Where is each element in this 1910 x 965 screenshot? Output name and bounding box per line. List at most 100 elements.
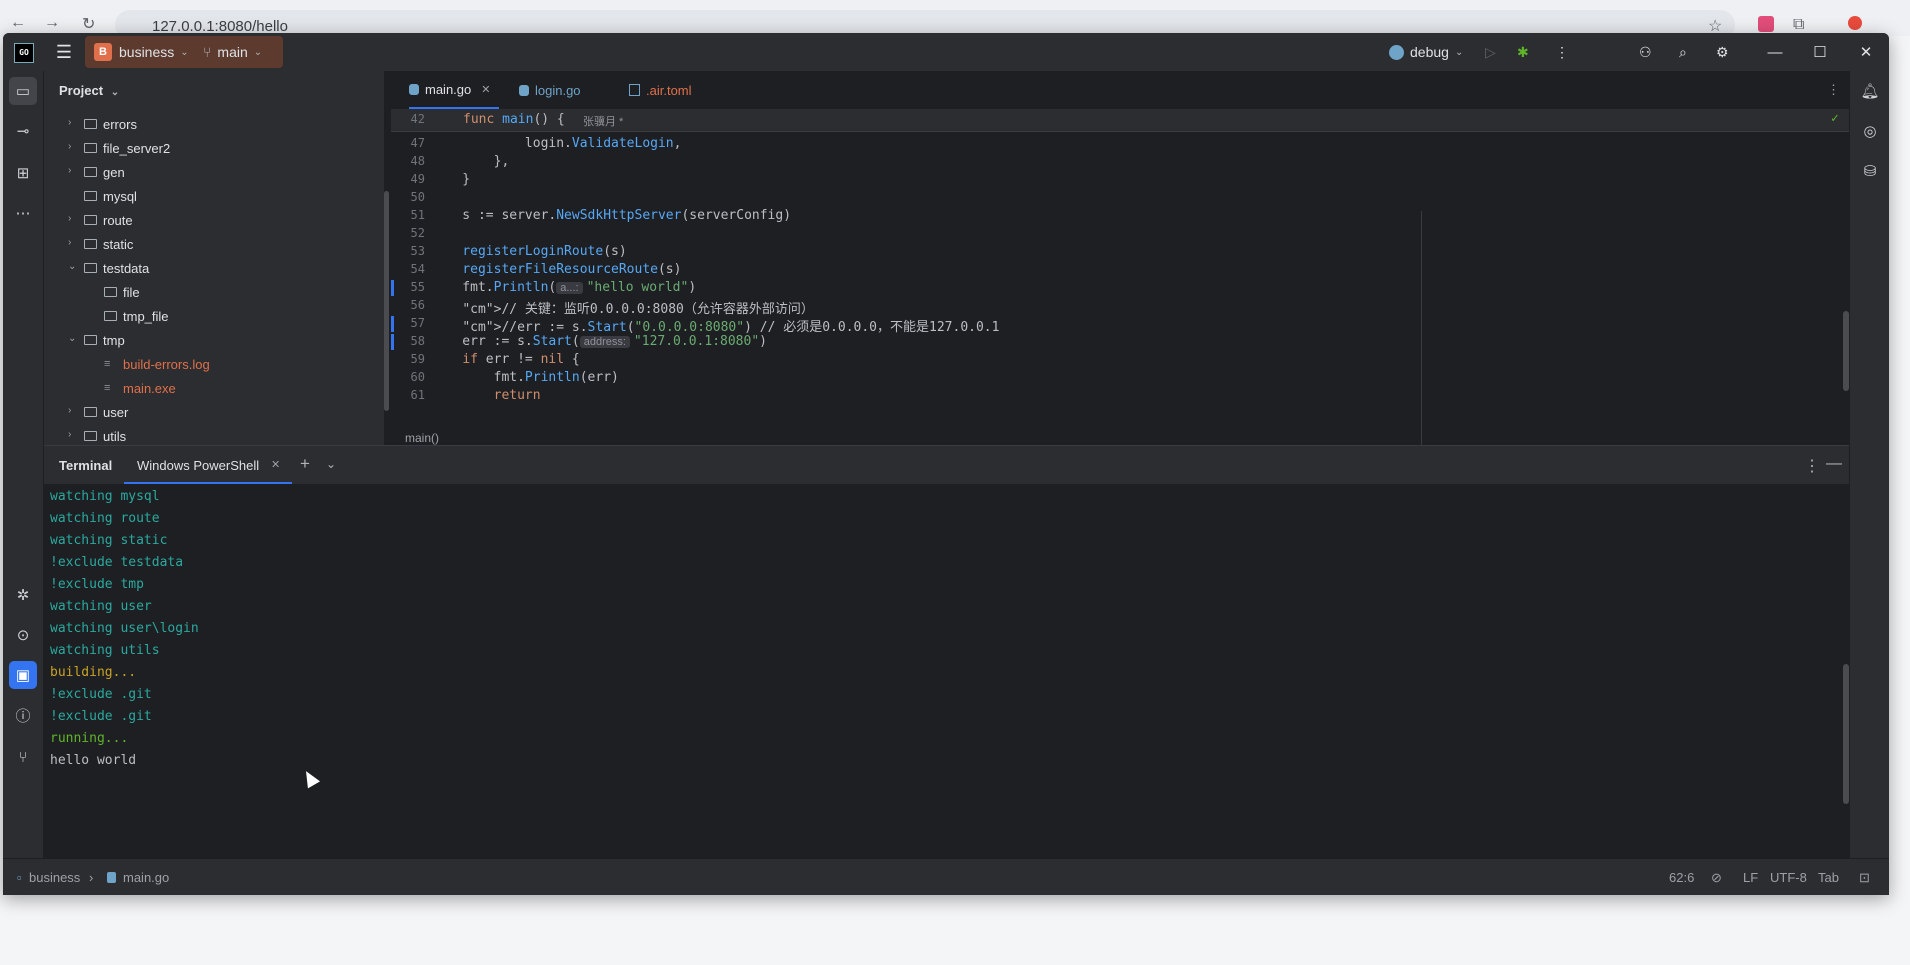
more-vertical-icon[interactable]: ⋮ (1555, 33, 1569, 71)
chevron-right-icon[interactable]: › (68, 214, 78, 224)
editor-scrollbar[interactable] (1843, 311, 1849, 391)
close-icon[interactable]: ✕ (1846, 33, 1886, 71)
terminal-scrollbar[interactable] (1843, 664, 1849, 804)
debug-tool-icon[interactable]: ✲ (9, 581, 37, 609)
main-menu-icon[interactable]: ☰ (51, 33, 77, 71)
add-user-icon[interactable]: ⚇ (1639, 33, 1652, 71)
tree-item[interactable]: mysql (44, 185, 384, 209)
chevron-down-icon[interactable]: ⌄ (326, 457, 336, 471)
terminal-tool-icon[interactable]: ▣ (9, 661, 37, 689)
editor-tabs: main.go ✕ login.go .air.toml ⋮ (391, 71, 1849, 110)
tab-main-go[interactable]: main.go ✕ (409, 71, 499, 109)
tree-item[interactable]: › gen (44, 161, 384, 185)
caret-position[interactable]: 62:6 (1669, 870, 1694, 885)
go-file-icon (409, 83, 419, 95)
forward-icon[interactable]: → (44, 14, 60, 32)
close-icon[interactable]: ✕ (271, 458, 280, 471)
project-badge: B (94, 43, 112, 61)
structure-tool-icon[interactable]: ⊞ (9, 159, 37, 187)
services-tool-icon[interactable]: ⊙ (9, 621, 37, 649)
branch-widget[interactable]: ⑂ main ⌄ (203, 33, 262, 71)
back-icon[interactable]: ← (10, 14, 26, 32)
tree-item[interactable]: › user (44, 401, 384, 425)
new-tab-icon[interactable]: + (300, 454, 310, 474)
tab-login-go[interactable]: login.go (519, 71, 581, 109)
tab-air-toml[interactable]: .air.toml (629, 71, 692, 109)
status-project[interactable]: business (29, 870, 80, 885)
more-vertical-icon[interactable]: ⋮ (1804, 456, 1820, 476)
profile-icon[interactable] (1848, 16, 1862, 30)
tree-item[interactable]: › errors (44, 113, 384, 137)
module-icon: ▫ (17, 870, 22, 885)
inspection-off-icon[interactable]: ⊘ (1711, 870, 1722, 886)
tree-item[interactable]: › file_server2 (44, 137, 384, 161)
chevron-right-icon[interactable]: › (68, 238, 78, 248)
gear-icon[interactable]: ⚙ (1716, 33, 1729, 71)
minimize-icon[interactable]: — (1826, 455, 1842, 473)
chevron-down-icon[interactable]: ⌄ (68, 262, 78, 272)
chevron-right-icon[interactable]: › (68, 430, 78, 440)
terminal-output[interactable]: watching mysql watching route watching sta… (50, 486, 199, 772)
tree-item[interactable]: ≡ build-errors.log (44, 353, 384, 377)
puzzle-icon[interactable]: ⧉ (1793, 16, 1804, 34)
tab-options-icon[interactable]: ⋮ (1827, 71, 1840, 109)
tree-item[interactable]: › static (44, 233, 384, 257)
lock-icon[interactable]: ⊡ (1859, 870, 1870, 886)
chevron-right-icon[interactable]: › (68, 166, 78, 176)
reload-icon[interactable]: ↻ (82, 14, 95, 34)
tree-item[interactable]: ⌄ testdata (44, 257, 384, 281)
breadcrumb-func[interactable]: main() (405, 431, 439, 445)
tree-item[interactable]: file (44, 281, 384, 305)
code-area[interactable]: 47 login.ValidateLogin, 48 }, 49 } 50 51 s :… (391, 109, 1849, 429)
run-icon[interactable]: ▷ (1485, 33, 1496, 71)
file-encoding[interactable]: UTF-8 (1770, 870, 1807, 885)
close-icon[interactable]: ✕ (481, 83, 490, 96)
terminal-panel: Terminal Windows PowerShell ✕ + ⌄ ⋮ — wa… (44, 445, 1849, 859)
terminal-line: !exclude testdata (50, 555, 184, 570)
line-number: 52 (410, 226, 425, 240)
extension-icon[interactable] (1758, 16, 1774, 32)
indent-setting[interactable]: Tab (1818, 870, 1839, 885)
run-config-selector[interactable]: debug ⌄ (1389, 33, 1463, 71)
problems-tool-icon[interactable]: ⓘ (9, 701, 37, 729)
chevron-down-icon[interactable]: ⌄ (68, 334, 78, 344)
git-tool-icon[interactable]: ⑂ (9, 743, 37, 771)
tree-item[interactable]: › route (44, 209, 384, 233)
notifications-icon[interactable]: 🔔︎ (1856, 77, 1884, 105)
chevron-right-icon[interactable]: › (68, 142, 78, 152)
project-panel-header[interactable]: Project ⌄ (59, 83, 119, 98)
change-marker[interactable] (391, 280, 394, 296)
project-tool-icon[interactable]: ▭ (9, 77, 37, 105)
change-marker[interactable] (391, 316, 394, 332)
maximize-icon[interactable]: ☐ (1800, 33, 1840, 71)
commit-tool-icon[interactable]: ⊸ (9, 117, 37, 145)
tree-item[interactable]: ⌄ tmp (44, 329, 384, 353)
tree-item[interactable]: ≡ main.exe (44, 377, 384, 401)
more-tools-icon[interactable]: ⋯ (9, 199, 37, 227)
code-text: return (493, 388, 541, 403)
debug-icon[interactable]: ✱ (1517, 33, 1529, 71)
tree-item[interactable]: tmp_file (44, 305, 384, 329)
search-icon[interactable]: ⌕ (1679, 33, 1687, 71)
run-config-label: debug (1410, 44, 1449, 60)
tab-windows-powershell[interactable]: Windows PowerShell ✕ (124, 446, 292, 484)
chevron-right-icon[interactable]: › (68, 406, 78, 416)
change-marker[interactable] (391, 334, 394, 350)
chevron-down-icon: ⌄ (1454, 46, 1464, 58)
project-scrollbar[interactable] (384, 191, 389, 411)
minimize-icon[interactable]: — (1755, 33, 1795, 71)
tree-item-label: mysql (103, 189, 137, 204)
tab-label: login.go (535, 82, 581, 98)
line-separator[interactable]: LF (1743, 870, 1758, 885)
tree-item-label: file (123, 285, 140, 300)
chevron-right-icon[interactable]: › (68, 118, 78, 128)
project-name[interactable]: business ⌄ (119, 33, 189, 71)
code-line[interactable]: 61 return (391, 385, 1831, 407)
code-text: registerLoginRoute(s) (462, 244, 627, 259)
database-icon[interactable]: ⛁ (1856, 157, 1884, 185)
code-text: fmt.Println(a...: "hello world") (431, 280, 697, 295)
editor-breadcrumb[interactable]: main() (391, 429, 1849, 445)
status-file[interactable]: main.go (123, 870, 169, 885)
terminal-line: watching user (50, 599, 152, 614)
ai-assistant-icon[interactable]: ◎ (1856, 117, 1884, 145)
